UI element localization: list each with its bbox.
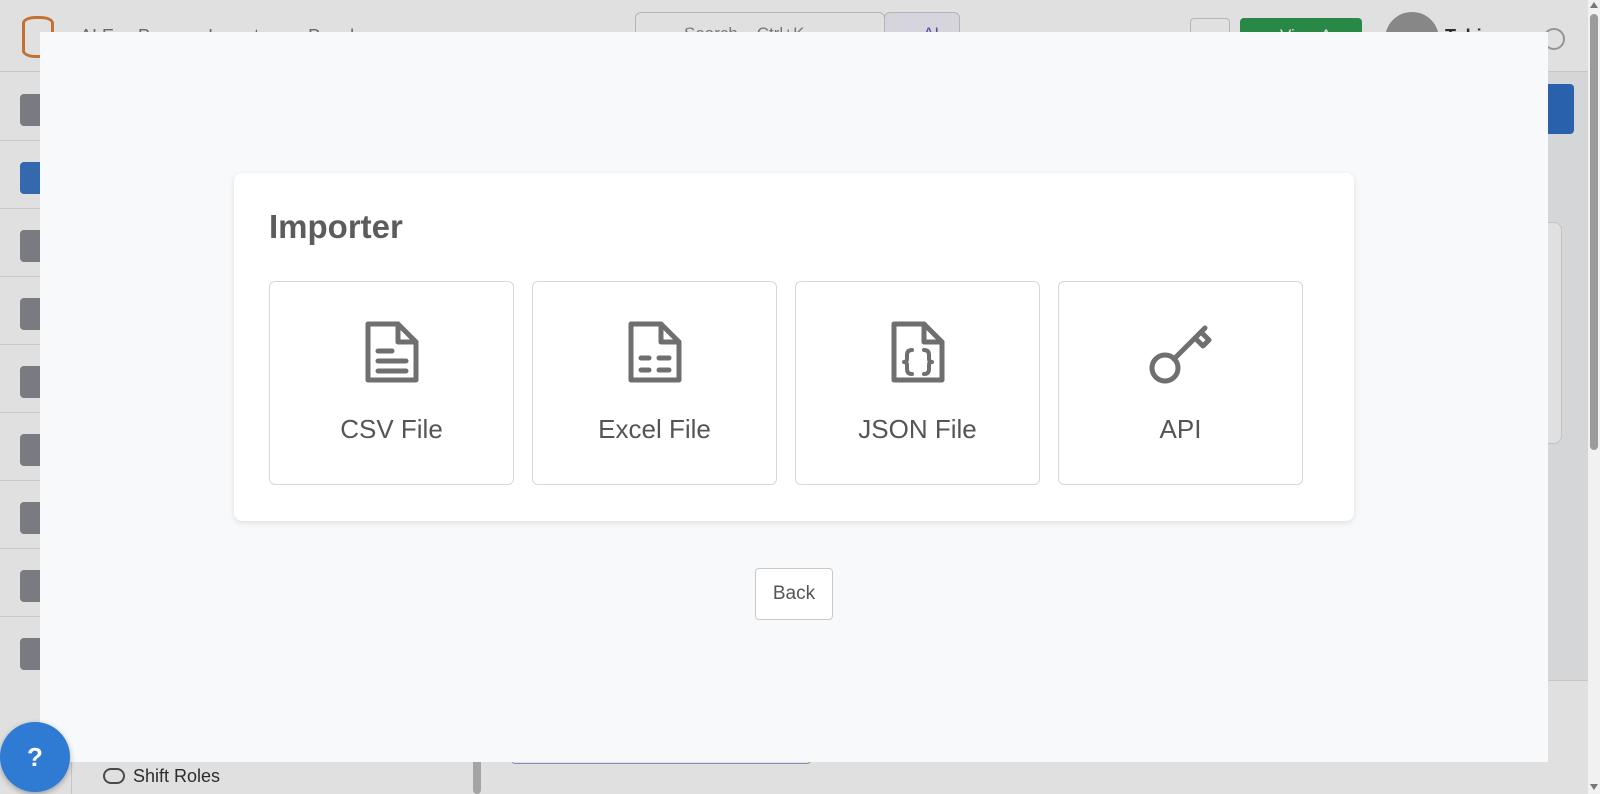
back-button[interactable]: Back — [755, 568, 833, 620]
excel-file-option[interactable]: Excel File — [532, 281, 777, 485]
json-file-option[interactable]: JSON File — [795, 281, 1040, 485]
scroll-down-icon[interactable] — [1590, 784, 1598, 790]
option-label: CSV File — [340, 414, 443, 444]
scroll-up-icon[interactable] — [1590, 2, 1598, 8]
help-button[interactable]: ? — [0, 722, 70, 792]
api-key-icon — [1149, 325, 1212, 384]
page-scrollbar[interactable] — [1588, 0, 1600, 794]
page-title: Importer — [269, 208, 403, 245]
option-label: API — [1159, 414, 1202, 444]
option-label: JSON File — [858, 414, 977, 444]
json-file-icon — [891, 321, 945, 383]
csv-file-icon — [365, 321, 419, 383]
importer-card: Importer CSV File Excel File JSON File A… — [234, 173, 1354, 521]
excel-file-icon — [628, 321, 682, 383]
option-label: Excel File — [598, 414, 711, 444]
scrollbar-thumb[interactable] — [1590, 14, 1598, 450]
importer-modal: Importer CSV File Excel File JSON File A… — [40, 32, 1548, 762]
csv-file-option[interactable]: CSV File — [269, 281, 514, 485]
api-option[interactable]: API — [1058, 281, 1303, 485]
